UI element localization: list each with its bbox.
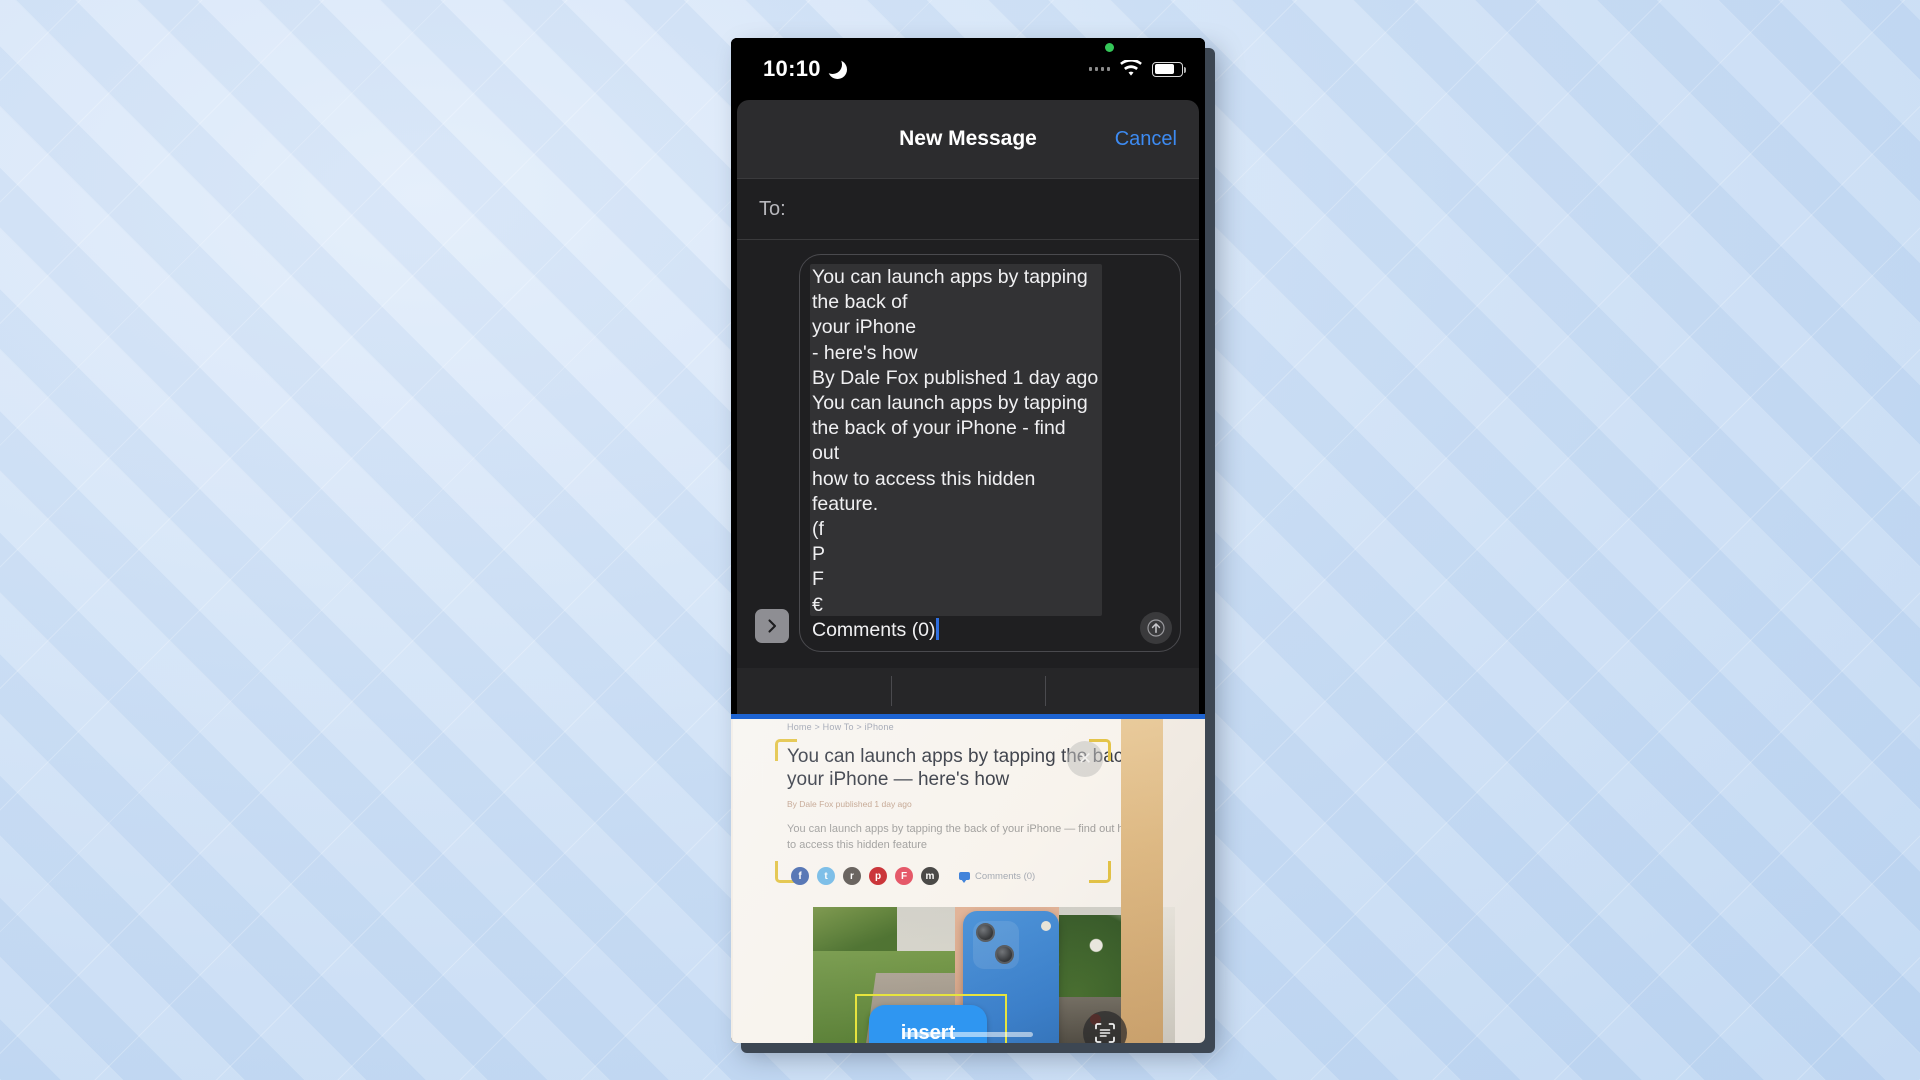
facebook-share-icon[interactable]: f [791, 867, 809, 886]
status-bar: 10:10 [731, 38, 1205, 100]
phone-device-frame: 10:10 New Message Cancel To: You can lau… [731, 38, 1205, 1043]
breadcrumb: Home > How To > iPhone [787, 722, 894, 733]
crop-bracket-bottom-right[interactable] [1089, 861, 1111, 884]
flipboard-share-icon[interactable]: F [895, 867, 913, 886]
photo-camera-lens [976, 923, 995, 943]
twitter-share-icon[interactable]: t [817, 867, 835, 886]
article-byline: By Dale Fox published 1 day ago [787, 799, 912, 810]
insert-button[interactable]: insert [869, 1005, 987, 1043]
chevron-right-icon[interactable] [755, 609, 789, 644]
new-message-sheet: New Message Cancel To: You can launch ap… [737, 100, 1199, 715]
photo-camera-lens [995, 945, 1014, 965]
message-input-value: You can launch apps by tapping the back … [812, 266, 1099, 641]
photo-hedge [813, 907, 897, 958]
comments-label: Comments (0) [975, 870, 1036, 882]
phone-screen: 10:10 New Message Cancel To: You can lau… [731, 38, 1205, 1043]
photo-camera-flash [1041, 921, 1051, 932]
crescent-moon-icon [822, 54, 847, 79]
green-recording-dot [1104, 43, 1114, 52]
crop-bracket-top-left[interactable] [775, 739, 797, 762]
comment-bubble-icon [959, 872, 970, 884]
article-page: Home > How To > iPhone You can launch ap… [733, 719, 1175, 1043]
reddit-share-icon[interactable]: r [843, 867, 861, 886]
photo-camera-block [973, 921, 1019, 970]
article-standfirst: You can launch apps by tapping the back … [787, 823, 1138, 852]
social-share-row: f t r p F m Comments (0) [791, 867, 1036, 886]
suggestion-slot-3[interactable] [1045, 668, 1199, 714]
page-title: New Message [899, 127, 1037, 150]
wifi-icon [1119, 60, 1143, 78]
message-input-bubble[interactable]: You can launch apps by tapping the back … [799, 254, 1181, 653]
to-label: To: [759, 197, 786, 220]
battery-icon [1152, 61, 1186, 77]
message-input-text[interactable]: You can launch apps by tapping the back … [809, 263, 1103, 643]
predictive-suggestion-bar[interactable] [737, 668, 1199, 715]
comments-chip[interactable]: Comments (0) [959, 870, 1036, 884]
message-compose-area: You can launch apps by tapping the back … [737, 240, 1199, 669]
text-caret [935, 617, 939, 640]
suggestion-slot-1[interactable] [737, 668, 891, 714]
page-right-edge [1121, 719, 1163, 1043]
status-bar-left: 10:10 [763, 54, 847, 82]
status-bar-clock: 10:10 [763, 56, 821, 81]
close-x-icon[interactable]: ✕ [1067, 741, 1103, 778]
recipient-field-row[interactable]: To: [737, 178, 1199, 240]
status-bar-right [1088, 43, 1186, 78]
email-share-icon[interactable]: m [921, 867, 939, 886]
send-arrow-up-icon[interactable] [1140, 612, 1172, 645]
home-indicator [903, 1032, 1033, 1037]
cellular-signal-dots [1088, 67, 1110, 71]
sheet-header: New Message Cancel [737, 100, 1199, 178]
cancel-button[interactable]: Cancel [1115, 128, 1177, 151]
suggestion-slot-2[interactable] [891, 668, 1045, 714]
pinterest-share-icon[interactable]: p [869, 867, 887, 886]
camera-live-text-preview: Home > How To > iPhone You can launch ap… [731, 719, 1205, 1043]
